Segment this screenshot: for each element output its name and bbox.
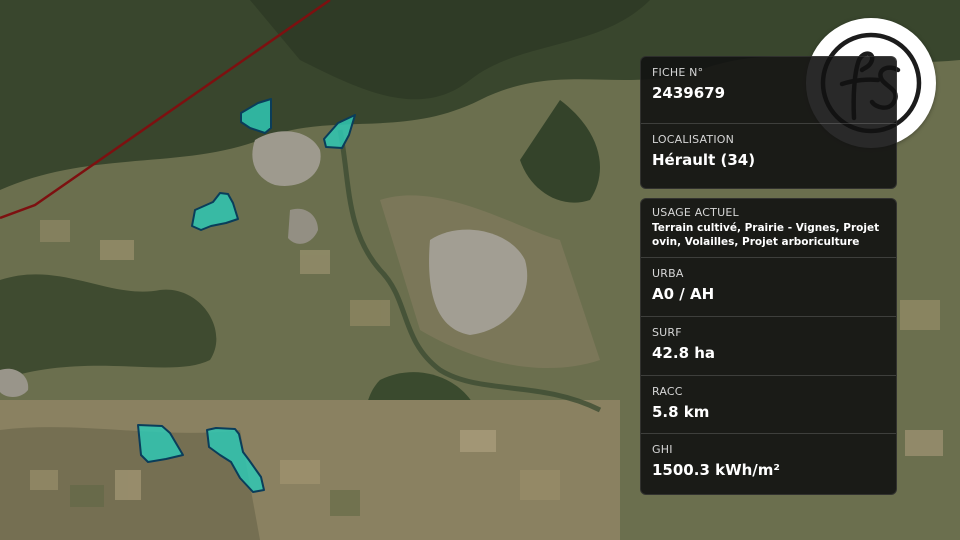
localisation-label: LOCALISATION [652,133,735,146]
surf-value: 42.8 ha [652,344,716,362]
usage-line-1: Terrain cultivé, Prairie - Vignes, Proje… [652,222,880,234]
parcel-id-panel: FICHE N° 2439679 LOCALISATION Hérault (3… [640,56,897,189]
localisation-value: Hérault (34) [652,151,756,169]
parcel-details-panel: USAGE ACTUEL Terrain cultivé, Prairie - … [640,198,897,495]
usage-line-2: ovin, Volailles, Projet arboriculture [652,236,860,248]
surf-label: SURF [652,326,682,339]
urba-value: A0 / AH [652,285,715,303]
racc-label: RACC [652,385,683,398]
usage-label: USAGE ACTUEL [652,206,739,219]
ghi-field: GHI 1500.3 kWh/m² [641,433,896,495]
fiche-label: FICHE N° [652,66,704,79]
localisation-field: LOCALISATION Hérault (34) [641,123,896,190]
urba-label: URBA [652,267,684,280]
urba-field: URBA A0 / AH [641,257,896,317]
ghi-value: 1500.3 kWh/m² [652,461,780,479]
surf-field: SURF 42.8 ha [641,316,896,376]
fiche-field: FICHE N° 2439679 [641,57,896,123]
racc-field: RACC 5.8 km [641,375,896,434]
usage-field: USAGE ACTUEL Terrain cultivé, Prairie - … [641,199,896,257]
racc-value: 5.8 km [652,403,710,421]
ghi-label: GHI [652,443,673,456]
usage-value: Terrain cultivé, Prairie - Vignes, Proje… [652,221,884,249]
fiche-value: 2439679 [652,84,726,102]
